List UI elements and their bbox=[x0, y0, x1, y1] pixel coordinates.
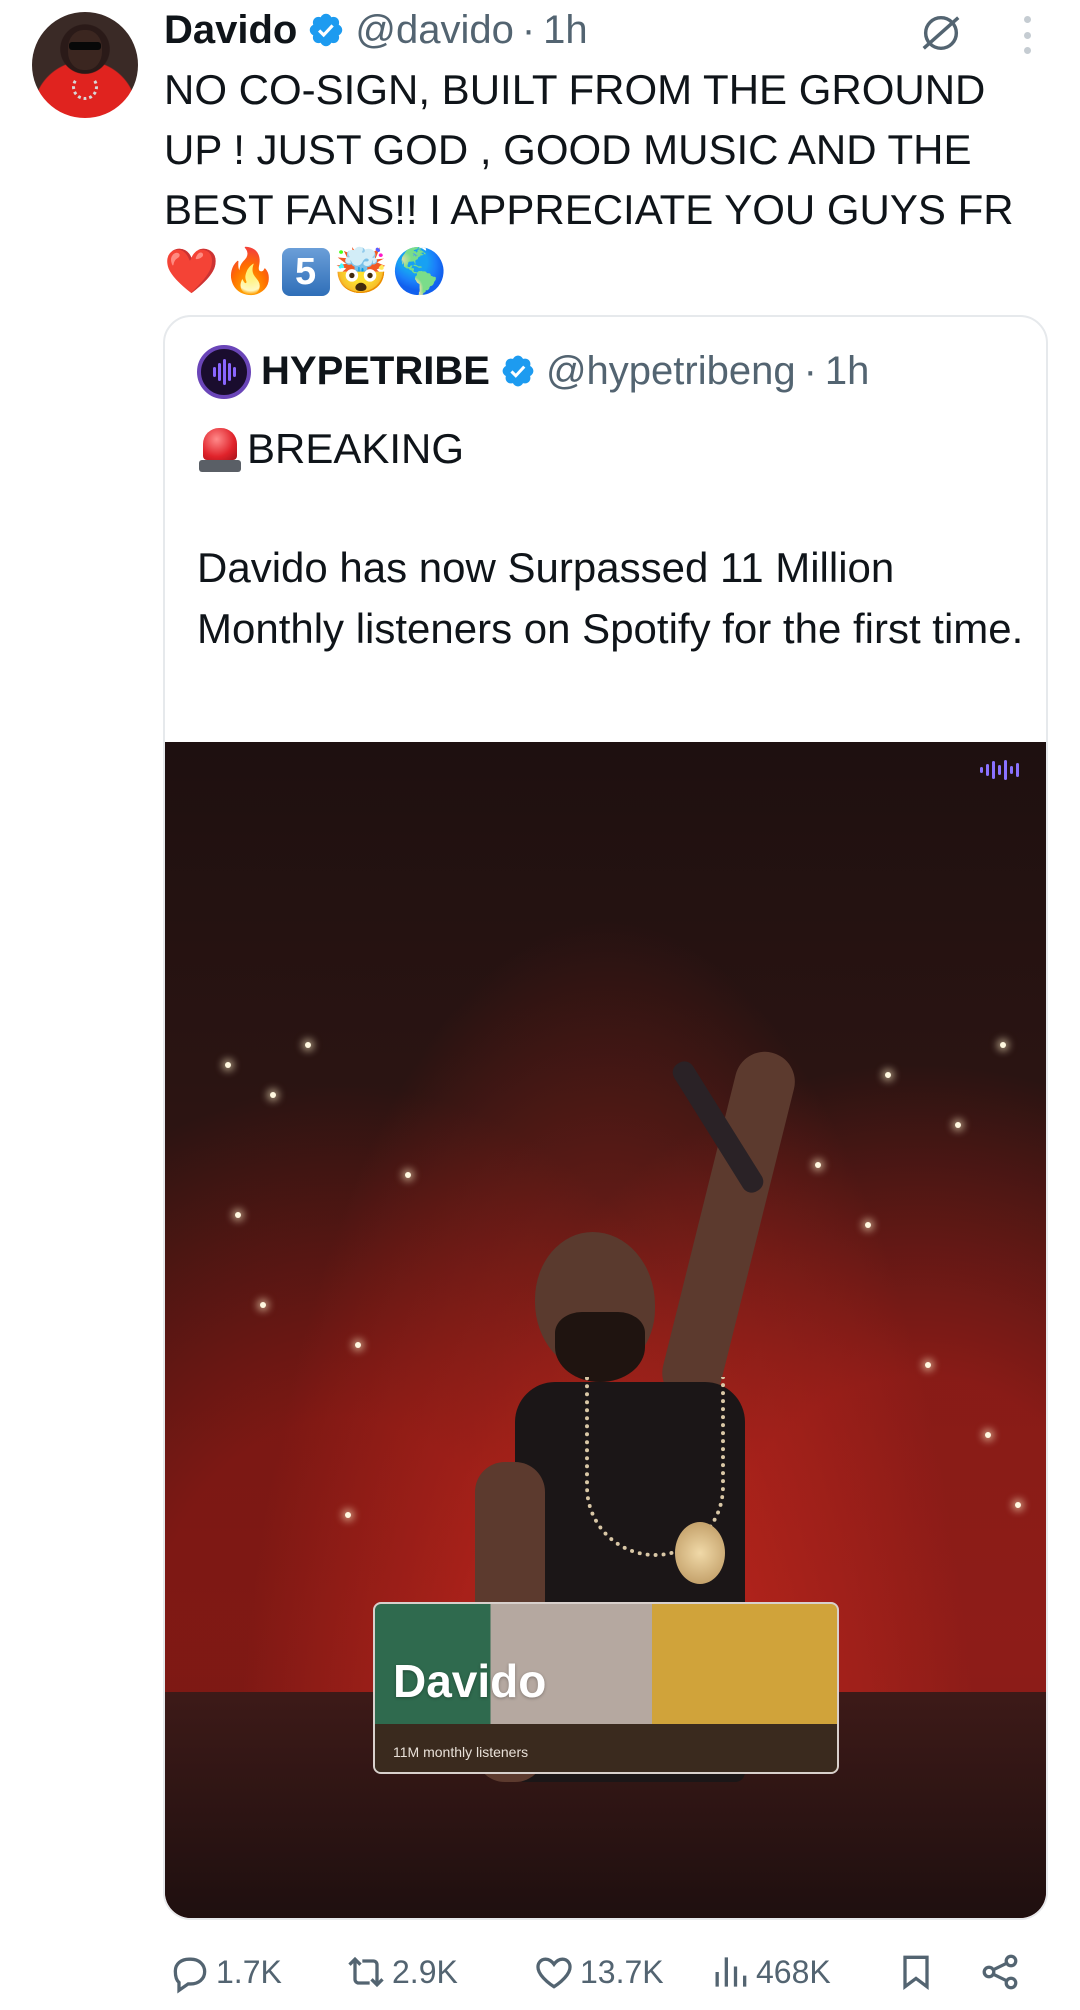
fire-emoji: 🔥 bbox=[222, 247, 278, 296]
post-header: Davido @davido · 1h bbox=[164, 6, 588, 54]
author-name[interactable]: Davido bbox=[164, 8, 297, 53]
quoted-post-time: 1h bbox=[824, 348, 870, 393]
siren-icon bbox=[197, 424, 243, 474]
avatar-chain bbox=[72, 74, 98, 100]
quoted-header: HYPETRIBE @hypetribeng · 1h bbox=[261, 341, 869, 401]
verified-badge-icon bbox=[310, 13, 343, 47]
quoted-media-image[interactable]: Davido 11M monthly listeners bbox=[165, 742, 1046, 1918]
share-button[interactable] bbox=[978, 1950, 1026, 1994]
more-options-icon[interactable] bbox=[1012, 12, 1042, 58]
repost-count: 2.9K bbox=[392, 1953, 458, 1990]
heart-icon bbox=[536, 1957, 572, 1989]
spotify-monthly-listeners: 11M monthly listeners bbox=[393, 1744, 529, 1760]
avatar-face bbox=[68, 30, 102, 70]
spotify-artist-card: Davido 11M monthly listeners bbox=[373, 1602, 839, 1774]
keycap-five-emoji: 5 bbox=[281, 248, 330, 296]
share-icon bbox=[982, 1954, 1018, 1990]
globe-emoji: 🌎 bbox=[392, 247, 448, 296]
views-icon bbox=[715, 1957, 747, 1987]
quoted-author-handle[interactable]: @hypetribeng bbox=[546, 349, 796, 394]
heart-emoji: ❤️ bbox=[164, 247, 219, 296]
quoted-author-avatar[interactable] bbox=[197, 345, 251, 399]
exploding-head-emoji: 🤯 bbox=[333, 247, 389, 296]
like-button[interactable]: 13.7K bbox=[532, 1950, 664, 1994]
views-count: 468K bbox=[756, 1953, 831, 1990]
reply-count: 1.7K bbox=[216, 1953, 282, 1990]
grok-icon[interactable] bbox=[918, 10, 964, 56]
pendant bbox=[675, 1522, 725, 1584]
author-handle[interactable]: @davido bbox=[355, 8, 513, 53]
repost-icon bbox=[348, 1956, 384, 1988]
quoted-author-name[interactable]: HYPETRIBE bbox=[261, 349, 490, 394]
bookmark-button[interactable] bbox=[894, 1950, 942, 1994]
quoted-body-text: Davido has now Surpassed 11 Million Mont… bbox=[197, 544, 1024, 652]
quoted-headline-row: BREAKING bbox=[197, 417, 464, 481]
separator-dot: · bbox=[521, 7, 536, 52]
author-avatar[interactable] bbox=[32, 12, 138, 118]
quoted-headline: BREAKING bbox=[247, 425, 465, 472]
reply-button[interactable]: 1.7K bbox=[168, 1950, 282, 1994]
like-count: 13.7K bbox=[580, 1953, 664, 1990]
bookmark-icon bbox=[903, 1955, 929, 1990]
post-actions-bar: 1.7K 2.9K 13.7K 468K bbox=[164, 1944, 1044, 2000]
quoted-verified-badge-icon bbox=[502, 355, 534, 387]
avatar-sunglasses bbox=[69, 42, 101, 50]
quoted-separator-dot: · bbox=[803, 348, 817, 393]
post-text: NO CO-SIGN, BUILT FROM THE GROUND UP ! J… bbox=[164, 66, 1014, 233]
repost-button[interactable]: 2.9K bbox=[344, 1950, 458, 1994]
reply-icon bbox=[173, 1957, 207, 1994]
hypetribe-watermark-icon bbox=[980, 760, 1028, 780]
quoted-post[interactable]: HYPETRIBE @hypetribeng · 1h BREAKING Dav… bbox=[163, 315, 1048, 1920]
spotify-artist-name: Davido bbox=[393, 1655, 547, 1707]
post-time[interactable]: 1h bbox=[543, 8, 588, 53]
views-button[interactable]: 468K bbox=[708, 1950, 831, 1994]
post-emojis: ❤️ 🔥 5 🤯 🌎 bbox=[164, 244, 447, 300]
